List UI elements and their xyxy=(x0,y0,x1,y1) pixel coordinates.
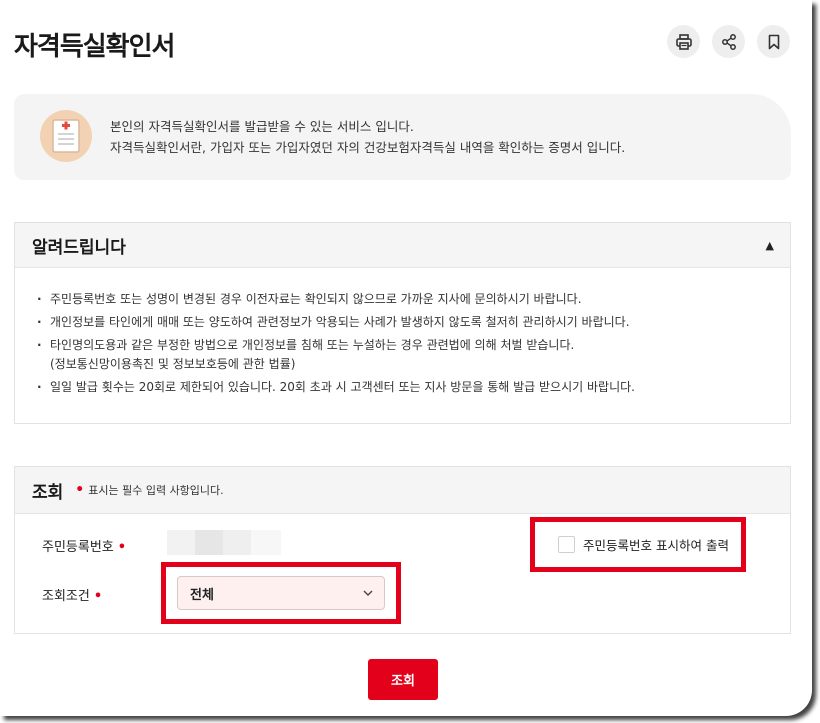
query-panel: 조회 • 표시는 필수 입력 사항입니다. 주민등록번호 • 주민등록번호 표시하… xyxy=(14,466,791,634)
required-note: 표시는 필수 입력 사항입니다. xyxy=(88,484,224,497)
toolbar xyxy=(667,25,790,58)
notice-item-subtext: (정보통신망이용촉진 및 정보보호등에 관한 법률) xyxy=(50,357,296,371)
notice-item: 일일 발급 횟수는 20회로 제한되어 있습니다. 20회 초과 시 고객센터 … xyxy=(37,378,790,397)
condition-select-value: 전체 xyxy=(190,587,214,603)
search-submit-button[interactable]: 조회 xyxy=(368,659,438,700)
notice-item: 주민등록번호 또는 성명이 변경된 경우 이전자료는 확인되지 않으므로 가까운… xyxy=(37,290,790,309)
required-mark: • xyxy=(75,482,85,498)
notice-item-text: 타인명의도용과 같은 부정한 방법으로 개인정보를 침해 또는 누설하는 경우 … xyxy=(50,338,575,352)
show-rrn-checkbox-label[interactable]: 주민등록번호 표시하여 출력 xyxy=(583,535,729,554)
show-rrn-checkbox[interactable] xyxy=(558,536,575,553)
notice-list: 주민등록번호 또는 성명이 변경된 경우 이전자료는 확인되지 않으므로 가까운… xyxy=(15,268,790,397)
condition-label: 조회조건 • xyxy=(42,585,102,604)
notice-item: 개인정보를 타인에게 매매 또는 양도하여 관련정보가 악용되는 사례가 발생하… xyxy=(37,313,790,332)
condition-select[interactable]: 전체 xyxy=(177,576,385,610)
share-icon xyxy=(721,33,736,50)
printer-icon xyxy=(675,33,692,50)
required-mark: • xyxy=(117,540,127,555)
bookmark-button[interactable] xyxy=(757,25,790,58)
intro-description: 본인의 자격득실확인서를 발급받을 수 있는 서비스 입니다. 자격득실확인서란… xyxy=(110,116,625,158)
notice-item: 타인명의도용과 같은 부정한 방법으로 개인정보를 침해 또는 누설하는 경우 … xyxy=(37,336,790,374)
service-intro-box: 본인의 자격득실확인서를 발급받을 수 있는 서비스 입니다. 자격득실확인서란… xyxy=(14,94,791,180)
condition-label-text: 조회조건 xyxy=(42,589,90,604)
notice-title: 알려드립니다 xyxy=(32,237,126,258)
rrn-label-text: 주민등록번호 xyxy=(42,540,114,555)
query-title: 조회 xyxy=(32,482,64,503)
query-header: 조회 • 표시는 필수 입력 사항입니다. xyxy=(15,467,790,514)
notice-header[interactable]: 알려드립니다 ▲ xyxy=(15,223,790,268)
show-rrn-option[interactable]: 주민등록번호 표시하여 출력 xyxy=(558,535,729,554)
required-mark: • xyxy=(93,589,103,604)
collapse-arrow-icon[interactable]: ▲ xyxy=(766,239,774,252)
masked-rrn-value xyxy=(167,530,281,555)
rrn-label: 주민등록번호 • xyxy=(42,536,126,555)
print-button[interactable] xyxy=(667,25,700,58)
page-card: 자격득실확인서 본인의 자격득실확인서를 발급받을 수 있는 서비스 입니다. … xyxy=(0,0,812,716)
notice-panel: 알려드립니다 ▲ 주민등록번호 또는 성명이 변경된 경우 이전자료는 확인되지… xyxy=(14,222,791,424)
page-title: 자격득실확인서 xyxy=(14,32,175,62)
medical-document-icon xyxy=(40,110,92,162)
bookmark-icon xyxy=(768,34,779,49)
intro-line-2: 자격득실확인서란, 가입자 또는 가입자였던 자의 건강보험자격득실 내역을 확… xyxy=(110,140,626,155)
intro-line-1: 본인의 자격득실확인서를 발급받을 수 있는 서비스 입니다. xyxy=(110,119,414,134)
chevron-down-icon xyxy=(363,590,373,596)
share-button[interactable] xyxy=(712,25,745,58)
